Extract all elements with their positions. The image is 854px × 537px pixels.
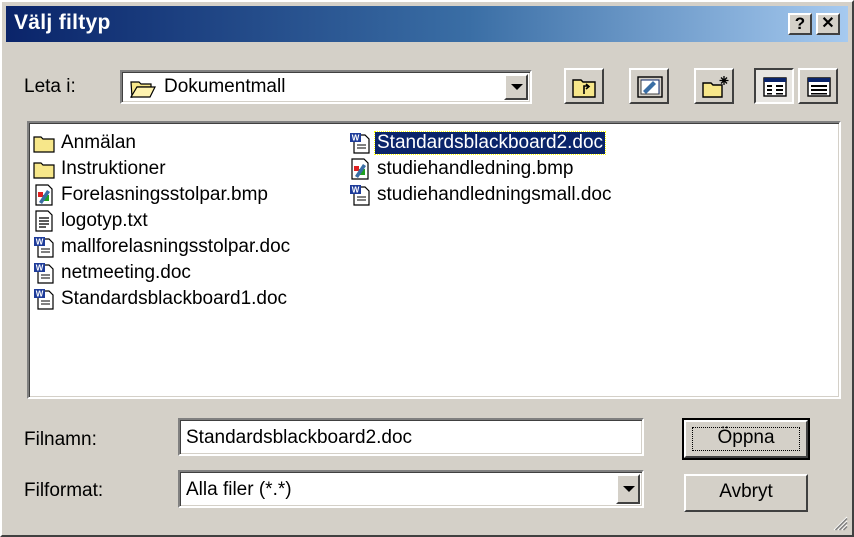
doc-file-icon: W — [33, 288, 55, 310]
svg-text:W: W — [36, 264, 44, 273]
list-item[interactable]: Wnetmeeting.doc — [33, 260, 193, 286]
list-item[interactable]: W Standardsblackboard2.doc — [349, 130, 607, 156]
filename-label: Filnamn: — [24, 429, 97, 450]
filetype-value: Alla filer (*.*) — [186, 479, 292, 500]
file-name: studiehandledning.bmp — [377, 158, 574, 179]
list-item[interactable]: studiehandledning.bmp — [349, 156, 576, 182]
doc-file-icon: W — [349, 132, 371, 154]
new-folder-button[interactable] — [694, 68, 734, 104]
resize-grip-icon[interactable] — [832, 515, 848, 531]
filetype-dropdown-button[interactable] — [616, 474, 640, 504]
file-type-dialog: Välj filtyp ? ✕ Leta i: Dokumentmall Anm… — [0, 0, 854, 537]
up-one-level-button[interactable] — [564, 68, 604, 104]
folder-icon — [33, 132, 55, 154]
list-item[interactable]: W Standardsblackboard1.doc — [33, 286, 289, 312]
file-name: Anmälan — [61, 132, 136, 153]
list-item[interactable]: Wstudiehandledningsmall.doc — [349, 182, 614, 208]
doc-file-icon: W — [33, 236, 55, 258]
desktop-icon — [637, 76, 663, 98]
doc-file-icon: W — [33, 262, 55, 284]
folder-open-icon — [130, 81, 156, 98]
list-item[interactable]: Anmälan — [33, 130, 138, 156]
txt-file-icon — [33, 210, 55, 232]
filename-value: Standardsblackboard2.doc — [186, 427, 413, 448]
svg-text:W: W — [36, 290, 44, 299]
look-in-combo[interactable]: Dokumentmall — [120, 70, 532, 104]
title-bar[interactable]: Välj filtyp ? ✕ — [6, 6, 848, 42]
svg-text:W: W — [352, 134, 360, 143]
look-in-value: Dokumentmall — [164, 76, 286, 97]
svg-text:W: W — [36, 238, 44, 247]
new-folder-icon — [702, 76, 729, 98]
file-name: netmeeting.doc — [61, 262, 191, 283]
doc-file-icon: W — [349, 184, 371, 206]
folder-icon — [33, 158, 55, 180]
look-in-label: Leta i: — [24, 76, 76, 97]
desktop-button[interactable] — [629, 68, 669, 104]
bmp-file-icon — [349, 158, 371, 180]
details-view-icon — [807, 77, 831, 97]
list-item[interactable]: Forelasningsstolpar.bmp — [33, 182, 270, 208]
look-in-dropdown-button[interactable] — [504, 74, 528, 100]
details-view-button[interactable] — [798, 68, 838, 104]
file-name: mallforelasningsstolpar.doc — [61, 236, 291, 257]
up-one-level-icon — [572, 79, 596, 98]
file-list[interactable]: Anmälan Instruktioner Forelasningsstolpar.… — [27, 121, 841, 399]
filetype-combo[interactable]: Alla filer (*.*) — [178, 470, 644, 508]
file-name: Instruktioner — [61, 158, 166, 179]
file-name: Forelasningsstolpar.bmp — [61, 184, 268, 205]
chevron-down-icon — [623, 486, 635, 492]
close-button[interactable]: ✕ — [816, 13, 840, 35]
file-name: logotyp.txt — [61, 210, 148, 231]
file-name: studiehandledningsmall.doc — [377, 184, 612, 205]
list-view-icon — [763, 77, 787, 97]
chevron-down-icon — [511, 84, 523, 90]
filename-input[interactable]: Standardsblackboard2.doc — [178, 418, 644, 456]
cancel-button-label: Avbryt — [719, 481, 773, 502]
list-item[interactable]: Instruktioner — [33, 156, 168, 182]
open-button[interactable]: Öppna — [682, 418, 810, 460]
focus-rectangle — [692, 427, 800, 451]
help-button[interactable]: ? — [788, 13, 812, 35]
cancel-button[interactable]: Avbryt — [684, 474, 808, 512]
bmp-file-icon — [33, 184, 55, 206]
list-item[interactable]: logotyp.txt — [33, 208, 150, 234]
file-name: Standardsblackboard2.doc — [373, 131, 607, 155]
filetype-label: Filformat: — [24, 480, 104, 501]
list-view-button[interactable] — [754, 68, 794, 104]
dialog-title: Välj filtyp — [14, 11, 111, 34]
list-item[interactable]: Wmallforelasningsstolpar.doc — [33, 234, 292, 260]
svg-text:W: W — [352, 186, 360, 195]
file-name: Standardsblackboard1.doc — [61, 288, 288, 309]
